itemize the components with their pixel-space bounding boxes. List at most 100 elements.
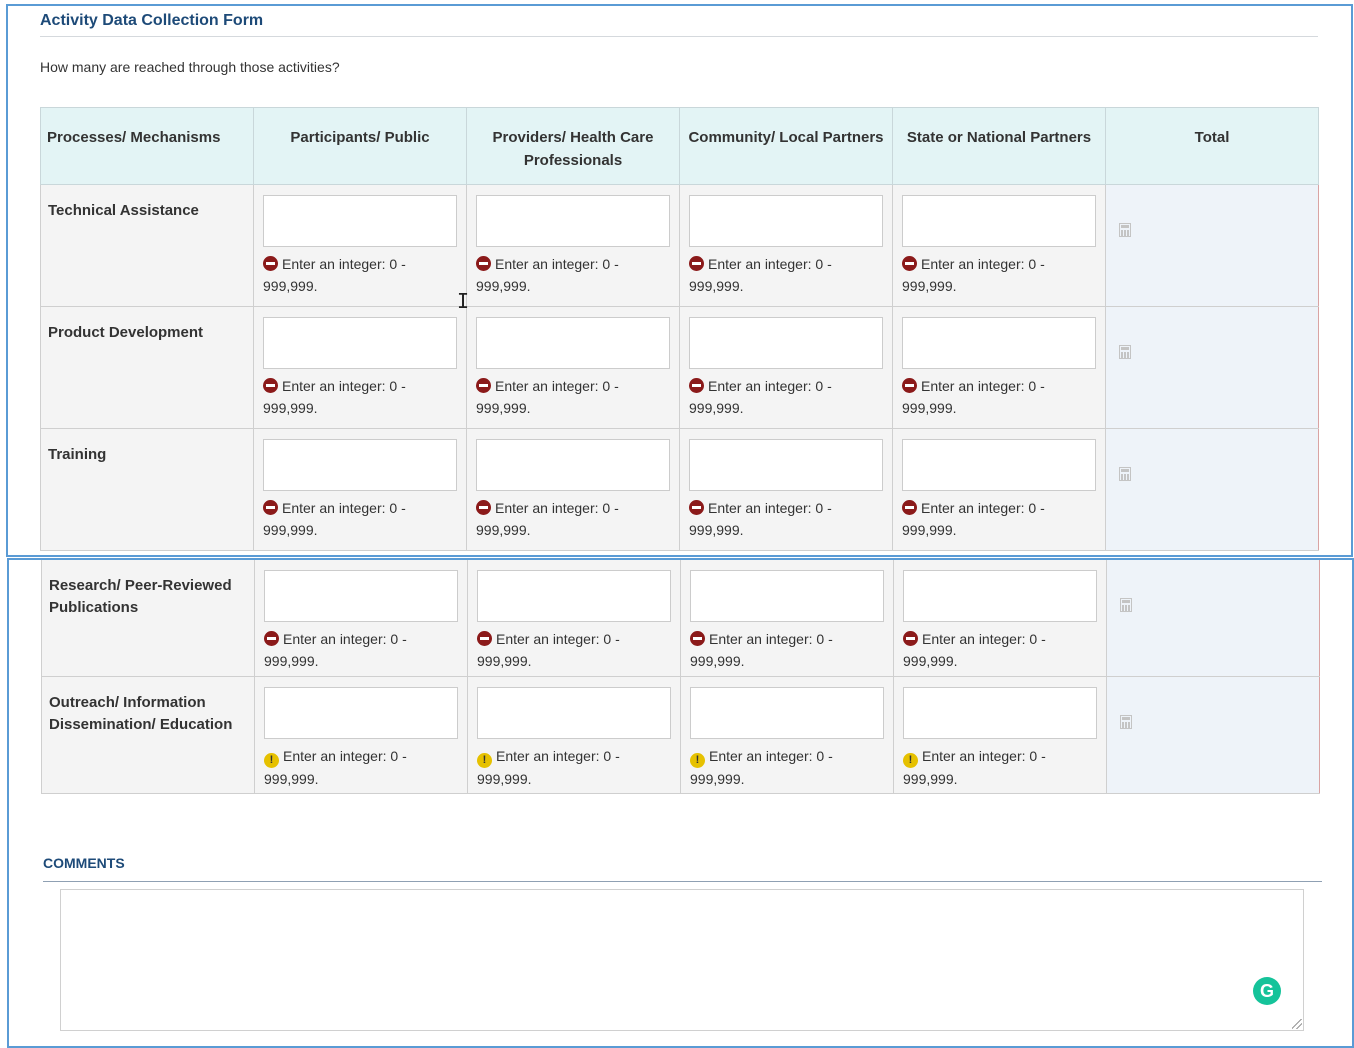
validation-text-line2: 999,999. [689,400,744,416]
state-count-input[interactable] [903,570,1097,622]
validation-text-line2: 999,999. [902,522,957,538]
cell-providers: ! Enter an integer: 0 - 999,999. [467,676,681,794]
validation-text-line2: 999,999. [690,771,745,787]
cell-community: Enter an integer: 0 - 999,999. [679,306,893,429]
cell-providers: Enter an integer: 0 - 999,999. [466,184,680,307]
calculator-icon[interactable] [1119,467,1131,481]
validation-text-line2: 999,999. [476,522,531,538]
validation-text-line1: Enter an integer: 0 - [283,748,407,764]
validation-text-line1: Enter an integer: 0 - [282,500,406,516]
table-row: Research/ Peer-Reviewed Publications Ente… [41,560,1320,677]
participants-count-input[interactable] [263,439,457,491]
row-label: Technical Assistance [40,184,254,307]
participants-count-input[interactable] [263,195,457,247]
validation-text-line1: Enter an integer: 0 - [708,500,832,516]
validation-text-line2: 999,999. [264,771,319,787]
state-count-input[interactable] [902,195,1096,247]
minus-circle-icon [902,378,917,393]
validation-text-line2: 999,999. [264,653,319,669]
validation-text-line1: Enter an integer: 0 - [708,256,832,272]
cell-community: ! Enter an integer: 0 - 999,999. [680,676,894,794]
providers-count-input[interactable] [476,439,670,491]
header-providers: Providers/ Health Care Professionals [466,107,680,185]
validation-message: ! Enter an integer: 0 - 999,999. [903,745,1097,790]
validation-message: ! Enter an integer: 0 - 999,999. [477,745,671,790]
minus-circle-icon [902,256,917,271]
validation-text-line1: Enter an integer: 0 - [496,631,620,647]
validation-text-line2: 999,999. [689,522,744,538]
community-count-input[interactable] [689,195,883,247]
exclamation-circle-icon: ! [477,753,492,768]
form-title: Activity Data Collection Form [40,12,1318,37]
exclamation-circle-icon: ! [264,753,279,768]
table-row: Product Development Enter an integer: 0 -… [40,306,1319,429]
validation-message: Enter an integer: 0 - 999,999. [477,628,671,672]
community-count-input[interactable] [690,570,884,622]
comments-textarea[interactable] [60,889,1304,1031]
minus-circle-icon [263,256,278,271]
validation-message: ! Enter an integer: 0 - 999,999. [690,745,884,790]
question-text: How many are reached through those activ… [40,59,340,75]
minus-circle-icon [264,631,279,646]
validation-text-line2: 999,999. [263,400,318,416]
comments-title: COMMENTS [43,855,1322,882]
cell-participants: Enter an integer: 0 - 999,999. [253,428,467,551]
validation-message: Enter an integer: 0 - 999,999. [690,628,884,672]
calculator-icon[interactable] [1119,223,1131,237]
cell-state: Enter an integer: 0 - 999,999. [892,428,1106,551]
minus-circle-icon [263,500,278,515]
calculator-icon[interactable] [1120,598,1132,612]
validation-message: Enter an integer: 0 - 999,999. [264,628,458,672]
participants-count-input[interactable] [264,570,458,622]
community-count-input[interactable] [689,439,883,491]
participants-count-input[interactable] [263,317,457,369]
providers-count-input[interactable] [476,317,670,369]
providers-count-input[interactable] [477,570,671,622]
validation-text-line2: 999,999. [263,522,318,538]
validation-text-line1: Enter an integer: 0 - [921,500,1045,516]
resize-handle-icon[interactable] [1292,1019,1302,1029]
minus-circle-icon [690,631,705,646]
validation-text-line1: Enter an integer: 0 - [922,748,1046,764]
grammarly-icon[interactable]: G [1253,977,1281,1005]
community-count-input[interactable] [689,317,883,369]
minus-circle-icon [476,500,491,515]
validation-text-line1: Enter an integer: 0 - [921,378,1045,394]
calculator-icon[interactable] [1120,715,1132,729]
providers-count-input[interactable] [477,687,671,739]
community-count-input[interactable] [690,687,884,739]
validation-message: Enter an integer: 0 - 999,999. [903,628,1097,672]
validation-text-line2: 999,999. [903,653,958,669]
minus-circle-icon [689,378,704,393]
validation-message: ! Enter an integer: 0 - 999,999. [264,745,458,790]
validation-text-line2: 999,999. [903,771,958,787]
validation-text-line2: 999,999. [476,278,531,294]
validation-text-line2: 999,999. [477,771,532,787]
cell-participants: Enter an integer: 0 - 999,999. [253,306,467,429]
table-row: Technical Assistance Enter an integer: 0 … [40,184,1319,307]
state-count-input[interactable] [902,317,1096,369]
cell-total [1106,560,1320,677]
header-total: Total [1105,107,1319,185]
calculator-icon[interactable] [1119,345,1131,359]
cell-participants: Enter an integer: 0 - 999,999. [254,560,468,677]
validation-message: Enter an integer: 0 - 999,999. [476,375,670,419]
form-panel-top: Activity Data Collection Form How many a… [6,4,1353,557]
minus-circle-icon [902,500,917,515]
providers-count-input[interactable] [476,195,670,247]
state-count-input[interactable] [902,439,1096,491]
validation-text-line1: Enter an integer: 0 - [282,256,406,272]
row-label: Outreach/ Information Dissemination/ Edu… [41,676,255,794]
minus-circle-icon [689,256,704,271]
minus-circle-icon [689,500,704,515]
table-row: Training Enter an integer: 0 -999,999. Ent… [40,428,1319,551]
activity-table-continued: Research/ Peer-Reviewed Publications Ente… [41,560,1320,794]
validation-text-line2: 999,999. [902,400,957,416]
state-count-input[interactable] [903,687,1097,739]
validation-text-line1: Enter an integer: 0 - [708,378,832,394]
cell-state: Enter an integer: 0 - 999,999. [892,306,1106,429]
minus-circle-icon [476,256,491,271]
validation-message: Enter an integer: 0 - 999,999. [263,375,457,419]
participants-count-input[interactable] [264,687,458,739]
validation-message: Enter an integer: 0 - 999,999. [689,497,883,541]
